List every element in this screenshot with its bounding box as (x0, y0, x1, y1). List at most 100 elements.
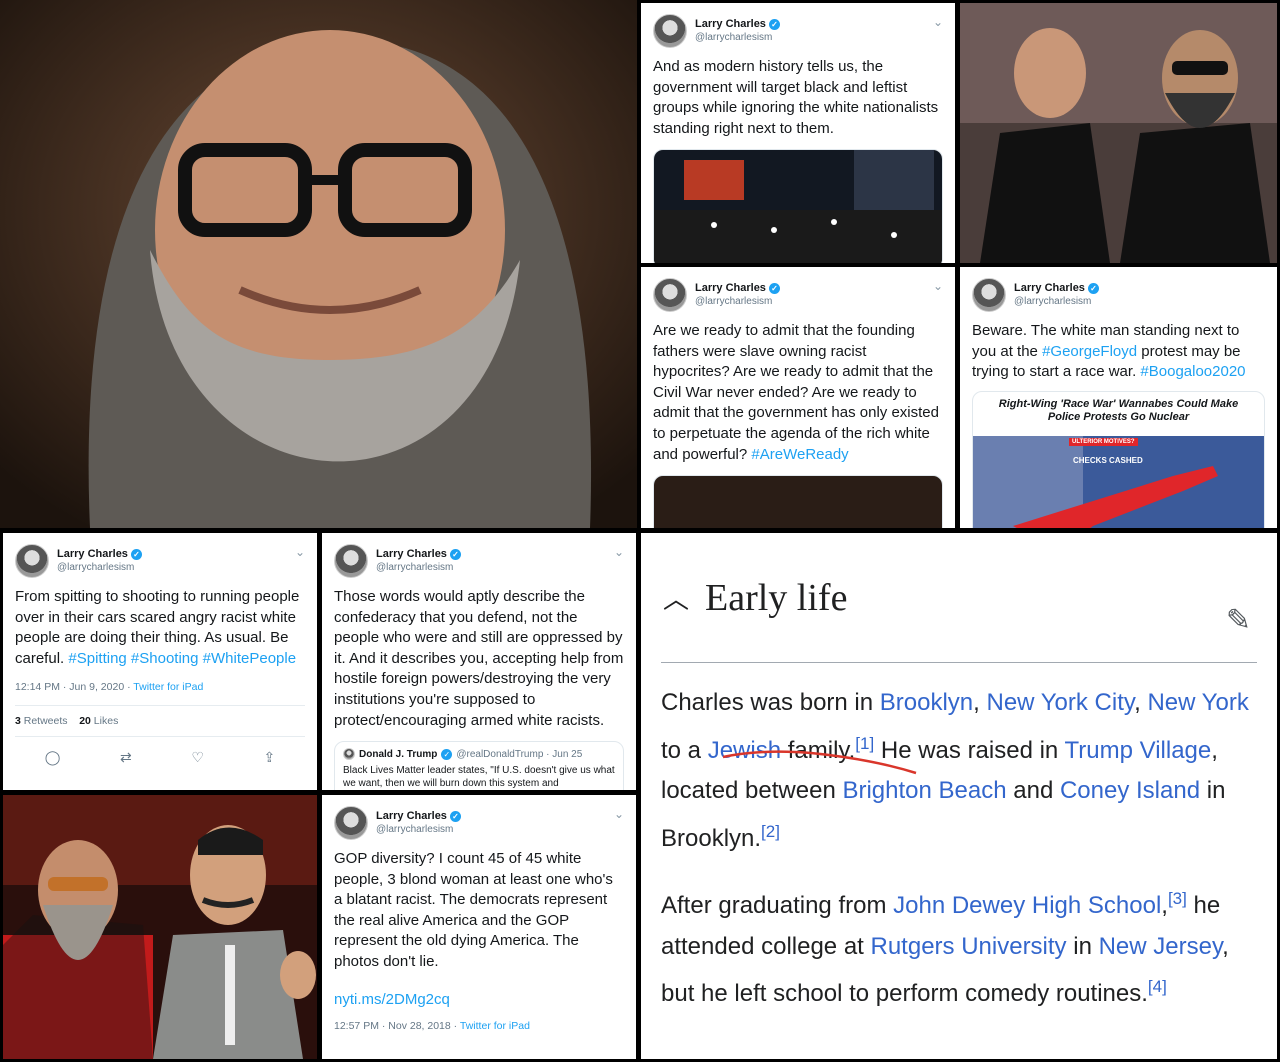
link-new-york-city[interactable]: New York City (986, 689, 1134, 716)
verified-icon: ✓ (449, 548, 461, 560)
verified-icon: ✓ (768, 18, 780, 30)
wikipedia-early-life: ︿ Early life ✎ Charles was born in Brook… (641, 533, 1277, 1059)
premiere-illustration (3, 795, 317, 1059)
citation-4[interactable]: [4] (1148, 977, 1167, 996)
quote-author: Donald J. Trump (359, 748, 438, 760)
tweet-card-spitting: Larry Charles ✓ @larrycharlesism ⌄ From s… (3, 533, 317, 790)
source-link[interactable]: Twitter for iPad (133, 681, 203, 693)
edit-pencil-icon[interactable]: ✎ (1226, 603, 1251, 638)
tweet-header: Larry Charles ✓ @larrycharlesism (972, 275, 1265, 315)
rifle-graphic (973, 435, 1263, 528)
author-name[interactable]: Larry Charles (695, 17, 766, 31)
share-icon[interactable]: ⇪ (263, 749, 275, 766)
hashtag-link[interactable]: #Spitting (68, 650, 126, 667)
like-icon[interactable]: ♡ (191, 749, 204, 766)
tweet-card-are-we-ready: Larry Charles ✓ @larrycharlesism ⌄ Are we… (641, 267, 955, 528)
tweet-stats: 3 Retweets 20 Likes (15, 705, 305, 738)
quoted-tweet[interactable]: Donald J. Trump ✓ @realDonaldTrump · Jun … (334, 741, 624, 790)
link-brighton-beach[interactable]: Brighton Beach (842, 777, 1006, 804)
verified-icon: ✓ (449, 810, 461, 822)
link-brooklyn[interactable]: Brooklyn (880, 689, 973, 716)
tweet-link[interactable]: nyti.ms/2DMg2cq (334, 991, 624, 1008)
tweet-header: Larry Charles ✓ @larrycharlesism ⌄ (334, 541, 624, 581)
chevron-down-icon[interactable]: ⌄ (295, 545, 305, 559)
avatar[interactable] (334, 806, 368, 840)
avatar[interactable] (653, 14, 687, 48)
avatar[interactable] (15, 544, 49, 578)
tweet-timestamp: 12:57 PM · Nov 28, 2018 · Twitter for iP… (334, 1019, 530, 1032)
card-headline: Right-Wing 'Race War' Wannabes Could Mak… (998, 397, 1239, 423)
source-link[interactable]: Twitter for iPad (460, 1020, 530, 1032)
tweet-card-beware: Larry Charles ✓ @larrycharlesism Beware. … (960, 267, 1277, 528)
author-handle[interactable]: @larrycharlesism (57, 561, 142, 575)
avatar[interactable] (972, 278, 1006, 312)
tweet-text: GOP diversity? I count 45 of 45 white pe… (334, 850, 613, 970)
tweet-card-confederacy: Larry Charles ✓ @larrycharlesism ⌄ Those … (322, 533, 636, 790)
author-handle[interactable]: @larrycharlesism (376, 561, 461, 575)
author-name[interactable]: Larry Charles (695, 281, 766, 295)
author-handle[interactable]: @larrycharlesism (376, 823, 461, 837)
chevron-down-icon[interactable]: ⌄ (933, 279, 943, 293)
link-coney-island[interactable]: Coney Island (1060, 777, 1200, 804)
link-card-image[interactable] (653, 475, 943, 528)
verified-icon: ✓ (768, 282, 780, 294)
chevron-down-icon[interactable]: ⌄ (614, 807, 624, 821)
tweet-text: Are we ready to admit that the founding … (653, 322, 939, 463)
tweet-header: Larry Charles ✓ @larrycharlesism ⌄ (653, 275, 943, 315)
link-rutgers-university[interactable]: Rutgers University (871, 933, 1067, 960)
link-card[interactable]: Right-Wing 'Race War' Wannabes Could Mak… (972, 390, 1265, 528)
tweet-header: Larry Charles ✓ @larrycharlesism ⌄ (334, 803, 624, 843)
tweet-text: Those words would aptly describe the con… (334, 588, 624, 729)
portrait-illustration (0, 0, 637, 528)
reply-icon[interactable]: ◯ (45, 749, 61, 766)
link-new-jersey[interactable]: New Jersey (1099, 933, 1223, 960)
tweet-actions: ◯ ⇄ ♡ ⇪ (15, 737, 305, 766)
tweet-text: And as modern history tells us, the gove… (653, 58, 939, 137)
tweet-card-government: Larry Charles ✓ @larrycharlesism ⌄ And as… (641, 3, 955, 263)
link-trump-village[interactable]: Trump Village (1065, 737, 1212, 764)
like-count[interactable]: 20 (79, 715, 91, 727)
paragraph-education: After graduating from John Dewey High Sc… (661, 889, 1229, 1007)
hashtag-link[interactable]: #Boogaloo2020 (1140, 363, 1245, 380)
hashtag-link[interactable]: #WhitePeople (203, 650, 296, 667)
tweet-text: Beware. The white man standing next to y… (972, 322, 1246, 381)
tweet-header: Larry Charles ✓ @larrycharlesism ⌄ (15, 541, 305, 581)
citation-2[interactable]: [2] (761, 822, 780, 841)
avatar[interactable] (653, 278, 687, 312)
author-name[interactable]: Larry Charles (57, 547, 128, 561)
hashtag-link[interactable]: #AreWeReady (751, 446, 848, 463)
author-name[interactable]: Larry Charles (376, 547, 447, 561)
card-sign: CHECKS CASHED (1073, 455, 1143, 465)
hashtag-link[interactable]: #GeorgeFloyd (1042, 343, 1137, 360)
retweet-icon[interactable]: ⇄ (120, 749, 132, 766)
link-new-york[interactable]: New York (1147, 689, 1248, 716)
tweet-header: Larry Charles ✓ @larrycharlesism ⌄ (653, 11, 943, 51)
verified-icon: ✓ (441, 748, 453, 760)
chevron-down-icon[interactable]: ⌄ (933, 15, 943, 29)
tweet-card-gop-diversity: Larry Charles ✓ @larrycharlesism ⌄ GOP di… (322, 795, 636, 1059)
avatar[interactable] (334, 544, 368, 578)
premiere-photo (3, 795, 317, 1059)
verified-icon: ✓ (1087, 282, 1099, 294)
quote-avatar (343, 748, 355, 761)
citation-1[interactable]: [1] (855, 734, 874, 753)
section-title: Early life (705, 576, 848, 619)
tweet-timestamp: 12:14 PM · Jun 9, 2020 · Twitter for iPa… (15, 681, 204, 694)
author-handle[interactable]: @larrycharlesism (1014, 295, 1099, 309)
tweet-text: From spitting to shooting to running peo… (15, 588, 300, 667)
tuxedo-illustration (960, 3, 1277, 263)
hashtag-link[interactable]: #Shooting (131, 650, 199, 667)
author-name[interactable]: Larry Charles (376, 809, 447, 823)
card-badge: ULTERIOR MOTIVES? (1069, 437, 1138, 446)
link-jewish[interactable]: Jewish (708, 737, 781, 764)
link-card-image[interactable] (653, 149, 943, 263)
link-john-dewey-high-school[interactable]: John Dewey High School (893, 892, 1161, 919)
author-handle[interactable]: @larrycharlesism (695, 295, 780, 309)
collapse-caret-icon[interactable]: ︿ (663, 579, 689, 616)
chevron-down-icon[interactable]: ⌄ (614, 545, 624, 559)
author-name[interactable]: Larry Charles (1014, 281, 1085, 295)
author-handle[interactable]: @larrycharlesism (695, 31, 780, 45)
section-header[interactable]: ︿ Early life ✎ (661, 533, 1257, 663)
quote-handle: @realDonaldTrump · Jun 25 (456, 748, 583, 760)
citation-3[interactable]: [3] (1168, 889, 1187, 908)
